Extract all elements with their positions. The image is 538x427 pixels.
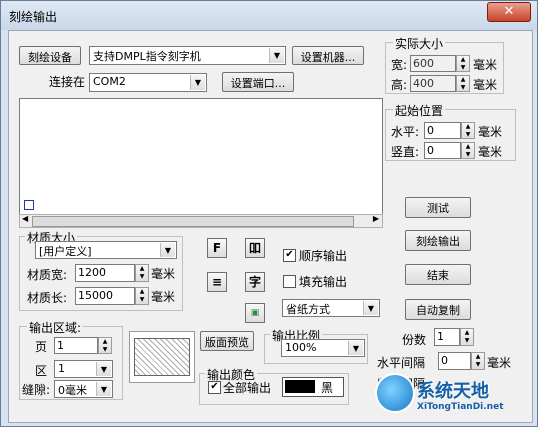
device-model-value: 支持DMPL指令刻字机 bbox=[93, 50, 201, 63]
material-width-label: 材质宽: bbox=[27, 268, 68, 282]
setup-port-button[interactable]: 设置端口... bbox=[222, 72, 294, 92]
chevron-down-icon: ▼ bbox=[348, 341, 363, 355]
start-vertical-field[interactable]: 0 bbox=[424, 142, 461, 159]
gap-value: 0毫米 bbox=[58, 384, 87, 397]
zone-value: 1 bbox=[58, 362, 65, 375]
zone-select[interactable]: 1 ▼ bbox=[54, 360, 113, 378]
color-swatch bbox=[285, 380, 315, 393]
color-select[interactable]: 黑 bbox=[282, 377, 344, 397]
device-button[interactable]: 刻绘设备 bbox=[19, 46, 81, 65]
cut-output-button[interactable]: 刻绘输出 bbox=[405, 230, 471, 251]
scroll-left-icon[interactable]: ◀ bbox=[22, 214, 28, 223]
watermark-url: XiTongTianDi.net bbox=[417, 402, 504, 412]
color-value: 黑 bbox=[321, 381, 334, 395]
scroll-right-icon[interactable]: ▶ bbox=[373, 214, 379, 223]
horizontal-label: 水平: bbox=[391, 125, 420, 139]
height-label: 高: bbox=[391, 78, 408, 92]
start-horizontal-spinner[interactable]: ▲ ▼ bbox=[461, 122, 475, 139]
chevron-down-icon: ▼ bbox=[96, 362, 111, 376]
paper-mode-value: 省纸方式 bbox=[286, 303, 330, 316]
actual-width-field[interactable]: 600 bbox=[410, 55, 456, 72]
horizontal-scrollbar[interactable]: ◀ ▶ bbox=[19, 214, 383, 228]
actual-size-title: 实际大小 bbox=[393, 35, 446, 52]
port-value: COM2 bbox=[93, 75, 126, 88]
device-model-select[interactable]: 支持DMPL指令刻字机 ▼ bbox=[89, 46, 286, 65]
test-button[interactable]: 测试 bbox=[405, 197, 471, 218]
cut-preview-canvas[interactable] bbox=[19, 98, 383, 216]
text-icon[interactable]: 字 bbox=[245, 272, 265, 292]
start-vertical-unit: 毫米 bbox=[478, 145, 503, 159]
start-horizontal-field[interactable]: 0 bbox=[424, 122, 461, 139]
material-preset-select[interactable]: [用户定义] ▼ bbox=[35, 241, 177, 259]
copies-spinner[interactable]: ▲ ▼ bbox=[460, 328, 474, 346]
font-icon[interactable]: F bbox=[207, 238, 227, 258]
title-bar: 刻绘输出 ✕ bbox=[1, 1, 537, 30]
material-length-label: 材质长: bbox=[27, 291, 68, 305]
material-width-unit: 毫米 bbox=[151, 267, 176, 281]
vertical-label: 竖直: bbox=[391, 145, 420, 159]
watermark-site-name: 系统天地 bbox=[417, 381, 489, 402]
output-area-title: 输出区域: bbox=[27, 319, 84, 336]
window-title: 刻绘输出 bbox=[9, 10, 58, 24]
horizontal-gap-spinner[interactable]: ▲ ▼ bbox=[471, 352, 485, 370]
chevron-down-icon: ▼ bbox=[96, 382, 111, 396]
gap-label: 缝隙: bbox=[22, 383, 51, 397]
start-horizontal-unit: 毫米 bbox=[478, 125, 503, 139]
material-width-spinner[interactable]: ▲ ▼ bbox=[135, 264, 149, 282]
page-spinner[interactable]: ▲ ▼ bbox=[98, 337, 112, 354]
zone-label: 区 bbox=[35, 364, 48, 378]
copies-label: 份数 bbox=[402, 333, 427, 347]
close-button[interactable]: ✕ bbox=[487, 2, 531, 22]
start-vertical-spinner[interactable]: ▲ ▼ bbox=[461, 142, 475, 159]
site-watermark: 系统天地 XiTongTianDi.net bbox=[373, 369, 533, 423]
page-field[interactable]: 1 bbox=[54, 337, 98, 354]
sequential-checkbox[interactable]: ✔ bbox=[283, 249, 296, 262]
horizontal-gap-field[interactable]: 0 bbox=[438, 352, 471, 370]
group-icon[interactable]: 吅 bbox=[245, 238, 265, 258]
auto-copy-button[interactable]: 自动复制 bbox=[405, 299, 471, 320]
fill-checkbox[interactable] bbox=[283, 275, 296, 288]
height-unit: 毫米 bbox=[473, 78, 498, 92]
material-width-field[interactable]: 1200 bbox=[75, 264, 135, 282]
scale-value: 100% bbox=[285, 341, 317, 354]
paper-mode-select[interactable]: 省纸方式 ▼ bbox=[282, 299, 380, 317]
origin-marker bbox=[24, 200, 34, 210]
page-label: 页 bbox=[35, 340, 48, 354]
start-position-title: 起始位置 bbox=[393, 102, 446, 119]
material-preset-value: [用户定义] bbox=[39, 245, 92, 258]
material-length-field[interactable]: 15000 bbox=[75, 287, 135, 305]
all-output-label: 全部输出 bbox=[223, 381, 272, 395]
height-spinner[interactable]: ▲ ▼ bbox=[456, 75, 470, 92]
layout-thumbnail bbox=[129, 331, 195, 383]
connect-label: 连接在 bbox=[49, 75, 86, 89]
dialog-client: 刻绘设备 支持DMPL指令刻字机 ▼ 设置机器... 连接在 COM2 ▼ 设置… bbox=[8, 30, 533, 423]
port-select[interactable]: COM2 ▼ bbox=[89, 73, 207, 92]
image-icon[interactable]: ▣ bbox=[245, 303, 265, 323]
layout-preview-button[interactable]: 版面预览 bbox=[200, 331, 254, 351]
chevron-down-icon: ▼ bbox=[363, 301, 378, 315]
scroll-thumb[interactable] bbox=[32, 216, 354, 227]
end-button[interactable]: 结束 bbox=[405, 264, 471, 285]
chevron-down-icon: ▼ bbox=[269, 48, 284, 63]
fill-label: 填充输出 bbox=[299, 275, 348, 289]
hatched-layout-preview bbox=[134, 338, 190, 376]
width-unit: 毫米 bbox=[473, 58, 498, 72]
chevron-down-icon: ▼ bbox=[190, 75, 205, 90]
width-spinner[interactable]: ▲ ▼ bbox=[456, 55, 470, 72]
dialog-window: 刻绘输出 ✕ 刻绘设备 支持DMPL指令刻字机 ▼ 设置机器... 连接在 CO… bbox=[0, 0, 538, 427]
copies-field[interactable]: 1 bbox=[434, 328, 460, 346]
all-output-checkbox[interactable]: ✔ bbox=[208, 381, 221, 394]
globe-logo-icon bbox=[375, 373, 415, 413]
scale-select[interactable]: 100% ▼ bbox=[281, 339, 365, 357]
sequential-label: 顺序输出 bbox=[299, 249, 348, 263]
material-length-unit: 毫米 bbox=[151, 290, 176, 304]
material-length-spinner[interactable]: ▲ ▼ bbox=[135, 287, 149, 305]
chevron-down-icon: ▼ bbox=[160, 243, 175, 257]
align-icon[interactable]: ≡ bbox=[207, 272, 227, 292]
setup-machine-button[interactable]: 设置机器... bbox=[292, 46, 364, 65]
gap-select[interactable]: 0毫米 ▼ bbox=[54, 380, 113, 398]
width-label: 宽: bbox=[391, 58, 408, 72]
actual-height-field[interactable]: 400 bbox=[410, 75, 456, 92]
